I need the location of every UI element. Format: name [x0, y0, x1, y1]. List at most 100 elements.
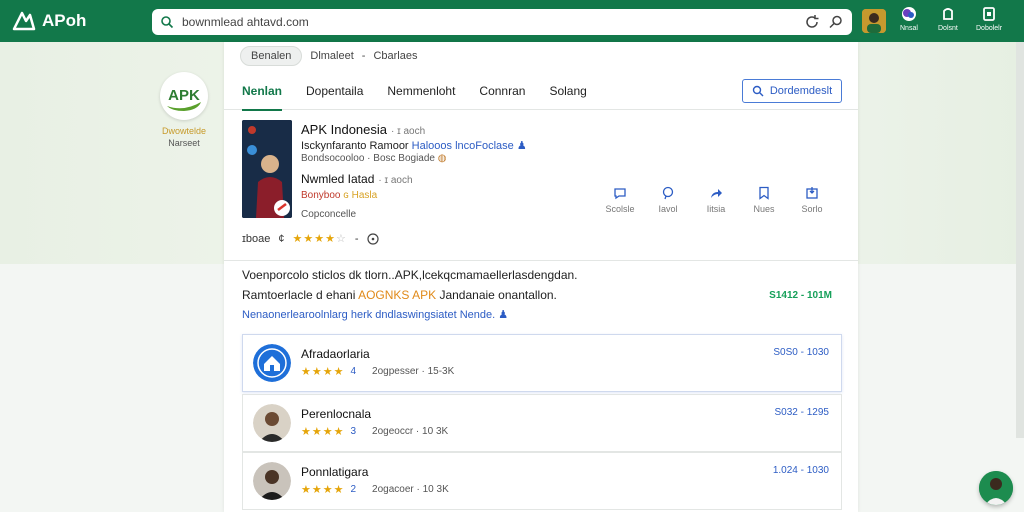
app-screenshot-image [242, 120, 292, 218]
topbar-label: Dobolelr [976, 25, 1003, 32]
download-button[interactable]: Dordemdeslt [742, 79, 842, 103]
topbar-label: Nnsal [900, 25, 918, 32]
breadcrumb-item-home[interactable]: Benalen [240, 46, 303, 66]
action-label: Scolsle [605, 204, 635, 214]
list-item-stars: ★★★★ [301, 366, 345, 378]
description-link-text: Nenaonerlearoolnlarg herk dndlaswingsiat… [242, 309, 496, 321]
action-save[interactable]: Sorlo [796, 186, 828, 214]
app-developer: Isckynfaranto Ramoor Halooos lncoFoclase… [301, 139, 527, 152]
tab-similar[interactable]: Solang [549, 72, 586, 110]
tab-versions[interactable]: Connran [479, 72, 525, 110]
topbar-item-profile[interactable]: Nnsal [900, 6, 918, 32]
rating-mark: ¢ [278, 232, 285, 245]
top-bar: APoh bownmlead ahtavd.com Nnsal Dolsnt D… [0, 0, 1024, 42]
list-item-downloads: 2ogacoer · 10 3K [372, 484, 449, 495]
list-item-name: Ponnlatigara [301, 465, 369, 479]
url-text[interactable]: bownmlead ahtavd.com [182, 15, 796, 29]
description-highlight[interactable]: AOGNKS APK [358, 288, 436, 302]
refresh-icon[interactable] [804, 14, 820, 30]
list-item-meta: ★★★★ 2 2ogacoer · 10 3K [301, 483, 449, 496]
download-button-label: Dordemdeslt [769, 85, 833, 97]
list-item-rating: 3 [350, 426, 357, 437]
apk-logo-icon: APK [167, 87, 201, 111]
featured-app: APK Indonesia · ɪ aoch Isckynfaranto Ramo… [242, 120, 842, 260]
side-logo-text: APK [168, 87, 200, 104]
description-link[interactable]: Nenaonerlearoolnlarg herk dndlaswingsiat… [242, 308, 508, 321]
home-badge-icon [253, 344, 291, 382]
list-item-size: S032 - 1295 [774, 407, 830, 418]
app-tags: Bonyboo ɢ Hasla [301, 190, 377, 201]
tab-comments[interactable]: Nemmenloht [387, 72, 455, 110]
action-share[interactable]: Iitsia [700, 186, 732, 214]
tab-overview[interactable]: Nenlan [242, 72, 283, 111]
action-bookmark[interactable]: Nues [748, 186, 780, 214]
side-app-logo[interactable]: APK [160, 72, 208, 120]
app-subtitle: Nwmled Iatad · ɪ aoch [301, 172, 413, 186]
topbar-item-android[interactable]: Dolsnt [938, 6, 958, 32]
info-circle-icon[interactable] [366, 232, 379, 245]
rating-stars[interactable]: ★★★★☆ [293, 232, 347, 245]
list-item-icon [253, 404, 291, 442]
person-avatar-icon [253, 404, 291, 442]
search-submit-icon[interactable] [828, 14, 844, 30]
scrollbar[interactable] [1016, 42, 1024, 438]
user-avatar-icon [979, 471, 1013, 505]
app-title[interactable]: APK Indonesia · ɪ aoch [301, 122, 425, 137]
logo-text: APoh [42, 11, 87, 30]
list-item-name: Perenlocnala [301, 407, 372, 421]
user-avatar-icon [862, 9, 886, 33]
side-app-subtitle: Narseet [168, 138, 200, 148]
floating-avatar-button[interactable] [979, 471, 1013, 505]
rating-separator: - [354, 232, 359, 245]
list-item-rating: 4 [350, 366, 357, 377]
app-title-meta: · ɪ aoch [391, 126, 426, 137]
side-app-name[interactable]: Dwowtelde [140, 126, 228, 136]
person-icon: ♟ [498, 309, 509, 321]
list-item[interactable]: Ponnlatigara ★★★★ 2 2ogacoer · 10 3K 1.0… [242, 452, 842, 510]
user-avatar[interactable] [862, 9, 886, 33]
list-item[interactable]: Afradaorlaria ★★★★ 4 2ogpesser · 15-3K S… [242, 334, 842, 392]
app-subtitle-text: Nwmled Iatad [301, 172, 375, 186]
list-item-downloads: 2ogpesser · 15-3K [372, 366, 455, 377]
description-line-2: Ramtoerlacle d ehani AOGNKS APK Jandanai… [242, 288, 557, 302]
action-label: Iavol [658, 204, 678, 214]
url-search-bar[interactable]: bownmlead ahtavd.com [152, 9, 852, 35]
app-compat: Copconcelle [301, 209, 357, 220]
search-icon [752, 85, 764, 97]
tag-red[interactable]: Bonyboo [301, 190, 340, 201]
tag-yellow[interactable]: ɢ Hasla [343, 190, 377, 201]
app-logo[interactable]: APoh [12, 8, 86, 34]
bookmark-icon [759, 186, 769, 200]
app-developer-link[interactable]: Halooos lncoFoclase [412, 140, 514, 152]
app-category: Bondsocooloo · Bosc Bogiade ◍ [301, 153, 447, 164]
info-icon: ◍ [437, 153, 447, 164]
tab-download[interactable]: Dopentaila [306, 72, 363, 110]
list-item[interactable]: Perenlocnala ★★★★ 3 2ogeoccr · 10 3K S03… [242, 394, 842, 452]
list-item-stars: ★★★★ [301, 426, 345, 438]
app-actions: Scolsle Iavol Iitsia Nues Sorlo [604, 186, 828, 214]
list-item-downloads: 2ogeoccr · 10 3K [372, 426, 449, 437]
topbar-item-app[interactable]: Dobolelr [976, 6, 1002, 32]
description-text: Jandanaie onantallon. [439, 288, 557, 302]
app-icon [983, 7, 995, 21]
person-avatar-icon [253, 462, 291, 500]
breadcrumb-item[interactable]: Dlmaleet [310, 50, 353, 62]
breadcrumb-separator: - [361, 50, 366, 62]
breadcrumb: Benalen Dlmaleet - Cbarlaes [240, 46, 417, 66]
description-line-1: Voenporcolo sticlos dk tlorn..APK,lcekqc… [242, 268, 578, 282]
app-developer-text: Isckynfaranto Ramoor [301, 140, 409, 152]
app-rating: ɪboae ¢ ★★★★☆ - [242, 232, 379, 245]
action-comment[interactable]: Scolsle [604, 186, 636, 214]
list-item-icon [253, 344, 291, 382]
stars-filled: ★★★★ [292, 233, 336, 245]
action-view[interactable]: Iavol [652, 186, 684, 214]
chat-icon [614, 188, 626, 200]
logo-icon [12, 11, 36, 31]
app-thumbnail[interactable] [242, 120, 292, 218]
chat-bubble-icon [662, 186, 674, 200]
share-icon [711, 189, 722, 198]
person-icon: ♟ [516, 140, 527, 152]
action-label: Nues [753, 204, 775, 214]
breadcrumb-item[interactable]: Cbarlaes [373, 50, 417, 62]
android-icon [943, 8, 953, 20]
